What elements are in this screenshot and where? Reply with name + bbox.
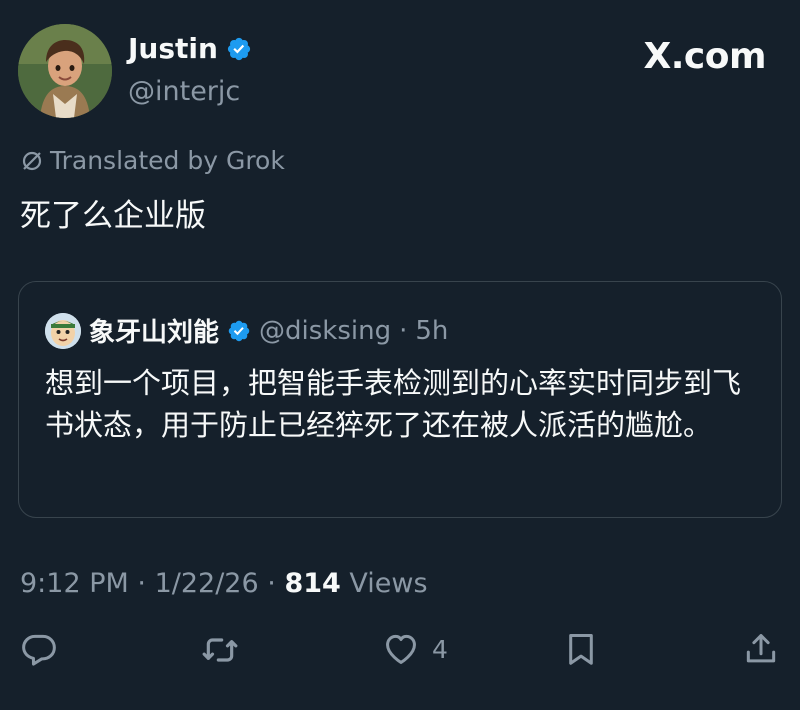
meta-separator: · — [137, 568, 146, 599]
tweet-time[interactable]: 9:12 PM — [20, 568, 129, 599]
author-avatar[interactable] — [18, 24, 112, 118]
cartoon-face-avatar — [45, 312, 81, 349]
verified-badge-icon — [226, 36, 252, 62]
retweet-button[interactable] — [200, 630, 240, 670]
avatar-illustration — [18, 24, 112, 118]
quoted-tweet-card[interactable]: 象牙山刘能 @disksing · 5h 想到一个项目，把智能手表检测到的心率实… — [18, 281, 782, 518]
site-logo: X.com — [643, 36, 766, 77]
quoted-author-name[interactable]: 象牙山刘能 — [89, 312, 219, 349]
like-count: 4 — [432, 634, 448, 664]
share-icon — [746, 634, 776, 663]
quoted-author-avatar[interactable] — [45, 312, 81, 349]
quoted-tweet-text: 想到一个项目，把智能手表检测到的心率实时同步到飞书状态，用于防止已经猝死了还在被… — [45, 366, 742, 442]
reply-icon — [22, 634, 56, 666]
action-bar: 4 — [0, 630, 800, 680]
grok-icon — [22, 151, 42, 170]
views-count: 814 — [284, 568, 341, 599]
tweet-meta: 9:12 PM · 1/22/26 · 814 Views — [20, 568, 428, 599]
tweet-date[interactable]: 1/22/26 — [155, 568, 259, 599]
like-button[interactable]: 4 — [382, 630, 448, 668]
views-label: Views — [349, 568, 428, 599]
translation-note[interactable]: Translated by Grok — [20, 146, 285, 175]
quoted-author-handle[interactable]: @disksing — [259, 316, 391, 346]
quoted-verified-badge-icon — [227, 319, 251, 343]
share-button[interactable] — [742, 630, 780, 668]
translation-label: Translated by Grok — [50, 146, 285, 175]
author-display-name[interactable]: Justin — [128, 32, 218, 65]
author-name-row[interactable]: Justin — [128, 32, 252, 65]
bookmark-button[interactable] — [562, 630, 600, 668]
retweet-icon — [202, 638, 238, 662]
tweet-text: 死了么企业版 — [20, 198, 206, 234]
quoted-time-ago[interactable]: 5h — [415, 316, 448, 346]
quoted-tweet-header: 象牙山刘能 @disksing · 5h — [45, 312, 448, 349]
reply-button[interactable] — [20, 630, 58, 668]
quoted-separator: · — [399, 315, 408, 346]
bookmark-icon — [569, 634, 593, 665]
heart-icon — [386, 634, 416, 664]
meta-separator: · — [267, 568, 276, 599]
author-handle[interactable]: @interjc — [128, 76, 240, 107]
